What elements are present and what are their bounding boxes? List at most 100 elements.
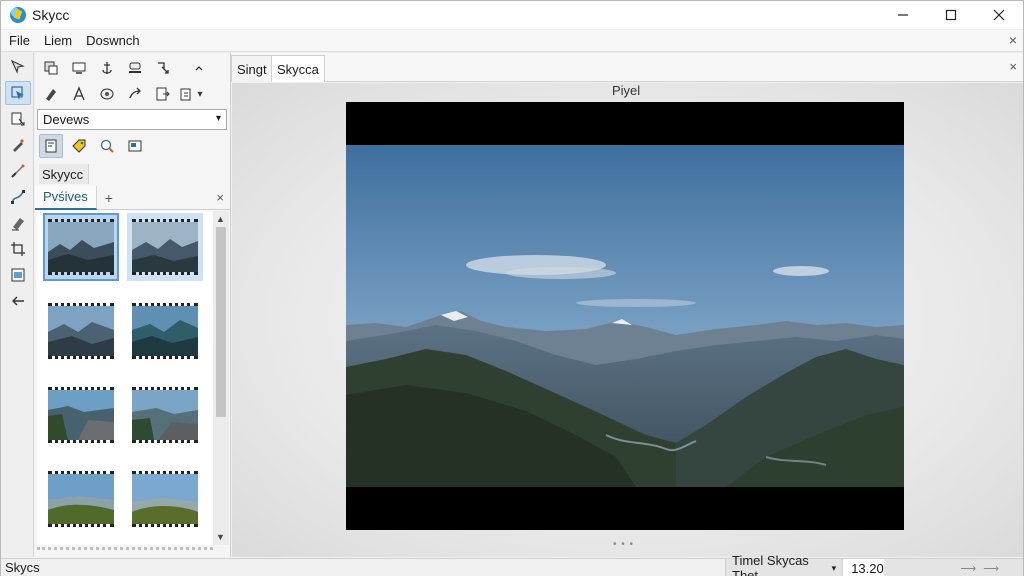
anchor-icon <box>102 62 112 74</box>
tab-singt[interactable]: Singt <box>231 55 273 82</box>
tool-row-1 <box>35 55 211 81</box>
layers-icon <box>11 268 25 282</box>
tool-row-2: ▾ <box>35 81 203 107</box>
export-button[interactable] <box>151 82 175 106</box>
scroll-up-arrow-icon[interactable]: ▲ <box>216 214 225 224</box>
direct-select-icon <box>11 86 24 100</box>
zoom-slider[interactable]: ⟶ ⟶ <box>884 559 1023 576</box>
close-window-button[interactable] <box>975 1 1023 29</box>
slider-arrows-icon: ⟶ ⟶ <box>960 562 1001 575</box>
pen-button[interactable] <box>39 82 63 106</box>
menubar-close-button[interactable]: × <box>1009 32 1017 48</box>
copy-button[interactable] <box>39 56 63 80</box>
transform-button[interactable] <box>151 56 175 80</box>
duplicate-icon <box>180 88 191 101</box>
title-bar: Skycc <box>1 1 1023 29</box>
app-window: Skycc File Liem Doswnch × ▾ Devews ▾ Sky… <box>0 0 1024 576</box>
share-button[interactable] <box>123 82 147 106</box>
menu-bar: File Liem Doswnch × <box>1 30 1023 52</box>
anchor-button[interactable] <box>95 56 119 80</box>
window-controls <box>879 1 1023 29</box>
tag-button[interactable] <box>67 134 91 158</box>
tab-previews[interactable]: Pvśives <box>35 185 97 210</box>
dropdown-arrow-icon: ▾ <box>831 562 837 573</box>
path-tool[interactable] <box>5 185 31 209</box>
thumbnails-hscroll[interactable] <box>37 547 213 553</box>
view-dropdown-value: Devews <box>43 112 90 127</box>
thumbnail-item[interactable] <box>127 381 203 449</box>
collapse-up-button[interactable] <box>187 56 211 80</box>
menu-liem[interactable]: Liem <box>36 33 78 48</box>
type-icon <box>73 86 85 101</box>
document-tabs: Singt Skycca × <box>231 53 1023 82</box>
menu-file[interactable]: File <box>1 33 36 48</box>
frame-button[interactable] <box>67 56 91 80</box>
add-tab-button[interactable]: + <box>105 190 113 206</box>
layers-tool[interactable] <box>5 263 31 287</box>
thumbnails-scrollbar[interactable]: ▲ ▼ <box>213 211 229 545</box>
close-icon <box>993 9 1005 21</box>
thumbnail-item[interactable] <box>43 213 119 281</box>
stamp-button[interactable] <box>123 56 147 80</box>
lens-button[interactable] <box>95 82 119 106</box>
text-insert-tool[interactable] <box>5 107 31 131</box>
minimize-icon <box>898 14 908 16</box>
previews-tabstrip: Pvśives + × <box>35 185 230 210</box>
tool-row-3 <box>35 133 147 159</box>
share-icon <box>129 87 141 99</box>
photo-canvas[interactable] <box>346 102 904 530</box>
pen-nib-icon <box>46 89 56 101</box>
canvas-area[interactable]: Piyel • • • <box>232 83 1023 557</box>
brush-icon <box>11 164 25 178</box>
scroll-down-arrow-icon[interactable]: ▼ <box>216 532 225 542</box>
thumbnail-image <box>48 387 114 443</box>
thumbnail-image <box>132 303 198 359</box>
zoom-value: 13.20 <box>851 560 884 576</box>
pen-tool[interactable] <box>5 133 31 157</box>
select-arrow-icon <box>10 59 25 74</box>
thumbnail-item[interactable] <box>127 465 203 533</box>
duplicate-dropdown[interactable]: ▾ <box>179 82 203 106</box>
eraser-tool[interactable] <box>5 211 31 235</box>
type-button[interactable] <box>67 82 91 106</box>
direct-select-tool[interactable] <box>5 81 31 105</box>
landscape-photo <box>346 145 904 487</box>
brush-tool[interactable] <box>5 159 31 183</box>
back-tool[interactable] <box>5 289 31 313</box>
lens-icon <box>100 88 114 100</box>
maximize-button[interactable] <box>927 1 975 29</box>
tag-icon <box>72 139 86 153</box>
thumbnail-item[interactable] <box>127 297 203 365</box>
canvas-resize-handle[interactable]: • • • <box>613 539 634 550</box>
minimize-button[interactable] <box>879 1 927 29</box>
app-logo-icon <box>10 7 26 23</box>
back-arrow-icon <box>12 296 24 306</box>
chevron-down-icon: ▾ <box>215 113 221 124</box>
tab-skycca[interactable]: Skycca <box>271 55 325 82</box>
window-title: Skycc <box>32 7 70 23</box>
canvas-title: Piyel <box>612 83 641 98</box>
select-tool[interactable] <box>5 55 31 79</box>
thumbnail-grid <box>37 211 213 545</box>
pen-icon <box>13 139 24 152</box>
scrollbar-thumb[interactable] <box>216 227 226 417</box>
close-document-button[interactable]: × <box>1009 59 1017 74</box>
menu-doswnch[interactable]: Doswnch <box>78 33 145 48</box>
transform-icon <box>158 62 169 74</box>
zoom-field[interactable]: 13.20 <box>842 559 884 576</box>
status-mode-dropdown[interactable]: Timel Skycas Thet ▾ <box>726 553 842 576</box>
thumbnail-item[interactable] <box>127 213 203 281</box>
thumbnail-item[interactable] <box>43 381 119 449</box>
thumbnail-item[interactable] <box>43 465 119 533</box>
view-dropdown[interactable]: Devews ▾ <box>37 109 227 130</box>
panel-icon <box>45 139 57 153</box>
search-globe-button[interactable] <box>95 134 119 158</box>
window-button[interactable] <box>123 134 147 158</box>
thumbnail-image <box>132 219 198 275</box>
thumbnail-item[interactable] <box>43 297 119 365</box>
crop-tool[interactable] <box>5 237 31 261</box>
panel-button[interactable] <box>39 134 63 158</box>
close-panel-button[interactable]: × <box>216 190 224 205</box>
stamp-icon <box>129 62 141 73</box>
section-label: Skyycc <box>39 164 89 184</box>
